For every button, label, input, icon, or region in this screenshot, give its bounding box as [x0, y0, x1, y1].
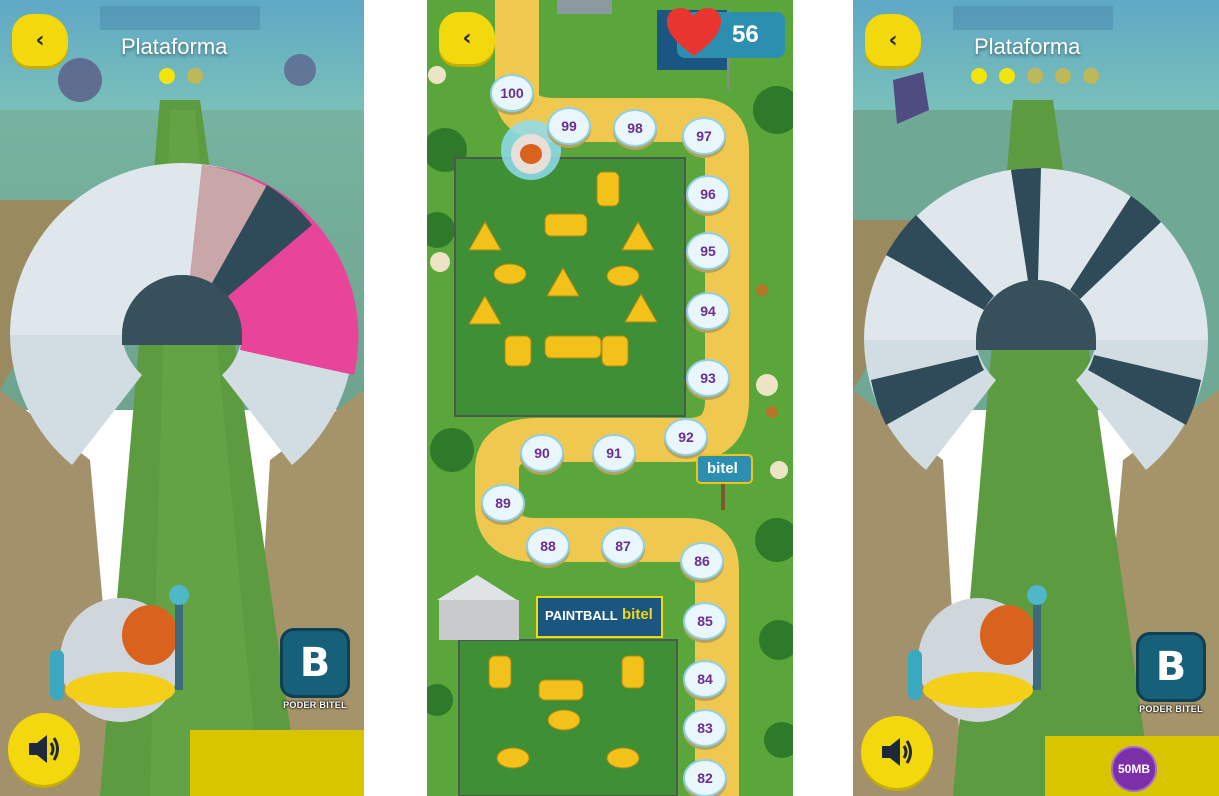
level-node[interactable]: 84 [683, 660, 727, 698]
power-bitel-button[interactable]: B PODER BITEL [276, 628, 354, 710]
progress-dot-empty [1027, 68, 1043, 84]
power-bitel-label: PODER BITEL [1139, 704, 1203, 714]
banner-bitel: bitel [622, 606, 653, 623]
level-node[interactable]: 90 [520, 434, 564, 472]
yellow-panel [190, 730, 364, 796]
level-node[interactable]: 82 [683, 759, 727, 796]
level-node[interactable]: 96 [686, 175, 730, 213]
progress-dots [159, 68, 203, 84]
download-size-badge[interactable]: 50MB [1111, 746, 1157, 792]
sound-button[interactable] [861, 716, 933, 788]
level-node[interactable]: 89 [481, 484, 525, 522]
power-bitel-label: PODER BITEL [283, 700, 347, 710]
back-button[interactable]: ‹ [12, 14, 68, 66]
level-title: Plataforma [974, 34, 1081, 59]
level-title: Plataforma [121, 34, 228, 59]
bitel-logo-icon: B [280, 628, 350, 698]
level-node[interactable]: 93 [686, 359, 730, 397]
bitel-logo-icon: B [1136, 632, 1206, 702]
chevron-left-icon: ‹ [462, 25, 472, 51]
level-node[interactable]: 94 [686, 292, 730, 330]
level-node[interactable]: 86 [680, 542, 724, 580]
level-node[interactable]: 92 [664, 418, 708, 456]
level-node[interactable]: 97 [682, 117, 726, 155]
left-game-screen: ‹ Plataforma B PODER BITEL [0, 0, 364, 796]
banner-paintball: PAINTBALL [545, 608, 618, 623]
level-node[interactable]: 91 [592, 434, 636, 472]
bitel-sign: bitel [707, 460, 738, 477]
speaker-icon [29, 735, 59, 763]
level-node[interactable]: 100 [490, 74, 534, 112]
sound-button[interactable] [8, 713, 80, 785]
level-node[interactable]: 87 [601, 527, 645, 565]
level-node[interactable]: 88 [526, 527, 570, 565]
level-node[interactable]: 98 [613, 109, 657, 147]
level-node[interactable]: 99 [547, 107, 591, 145]
back-button[interactable]: ‹ [439, 12, 495, 64]
progress-dot-filled [999, 68, 1015, 84]
heart-icon [667, 8, 721, 56]
power-bitel-button[interactable]: B PODER BITEL [1132, 632, 1210, 714]
lives-count: 56 [732, 21, 759, 48]
progress-dot-empty [187, 68, 203, 84]
level-map-screen: ‹ 56 bitel PAINTBALL bitel 100 99 98 97 96 95… [427, 0, 793, 796]
right-game-screen: ‹ Plataforma B PODER BITEL 50MB [853, 0, 1219, 796]
speaker-icon [882, 738, 912, 766]
level-map [427, 0, 793, 796]
level-node[interactable]: 83 [683, 709, 727, 747]
progress-dot-filled [971, 68, 987, 84]
progress-dot-filled [159, 68, 175, 84]
progress-dot-empty [1055, 68, 1071, 84]
level-node[interactable]: 95 [686, 232, 730, 270]
chevron-left-icon: ‹ [35, 27, 45, 53]
chevron-left-icon: ‹ [888, 27, 898, 53]
progress-dots [971, 68, 1099, 84]
level-node[interactable]: 85 [683, 602, 727, 640]
progress-dot-empty [1083, 68, 1099, 84]
back-button[interactable]: ‹ [865, 14, 921, 66]
